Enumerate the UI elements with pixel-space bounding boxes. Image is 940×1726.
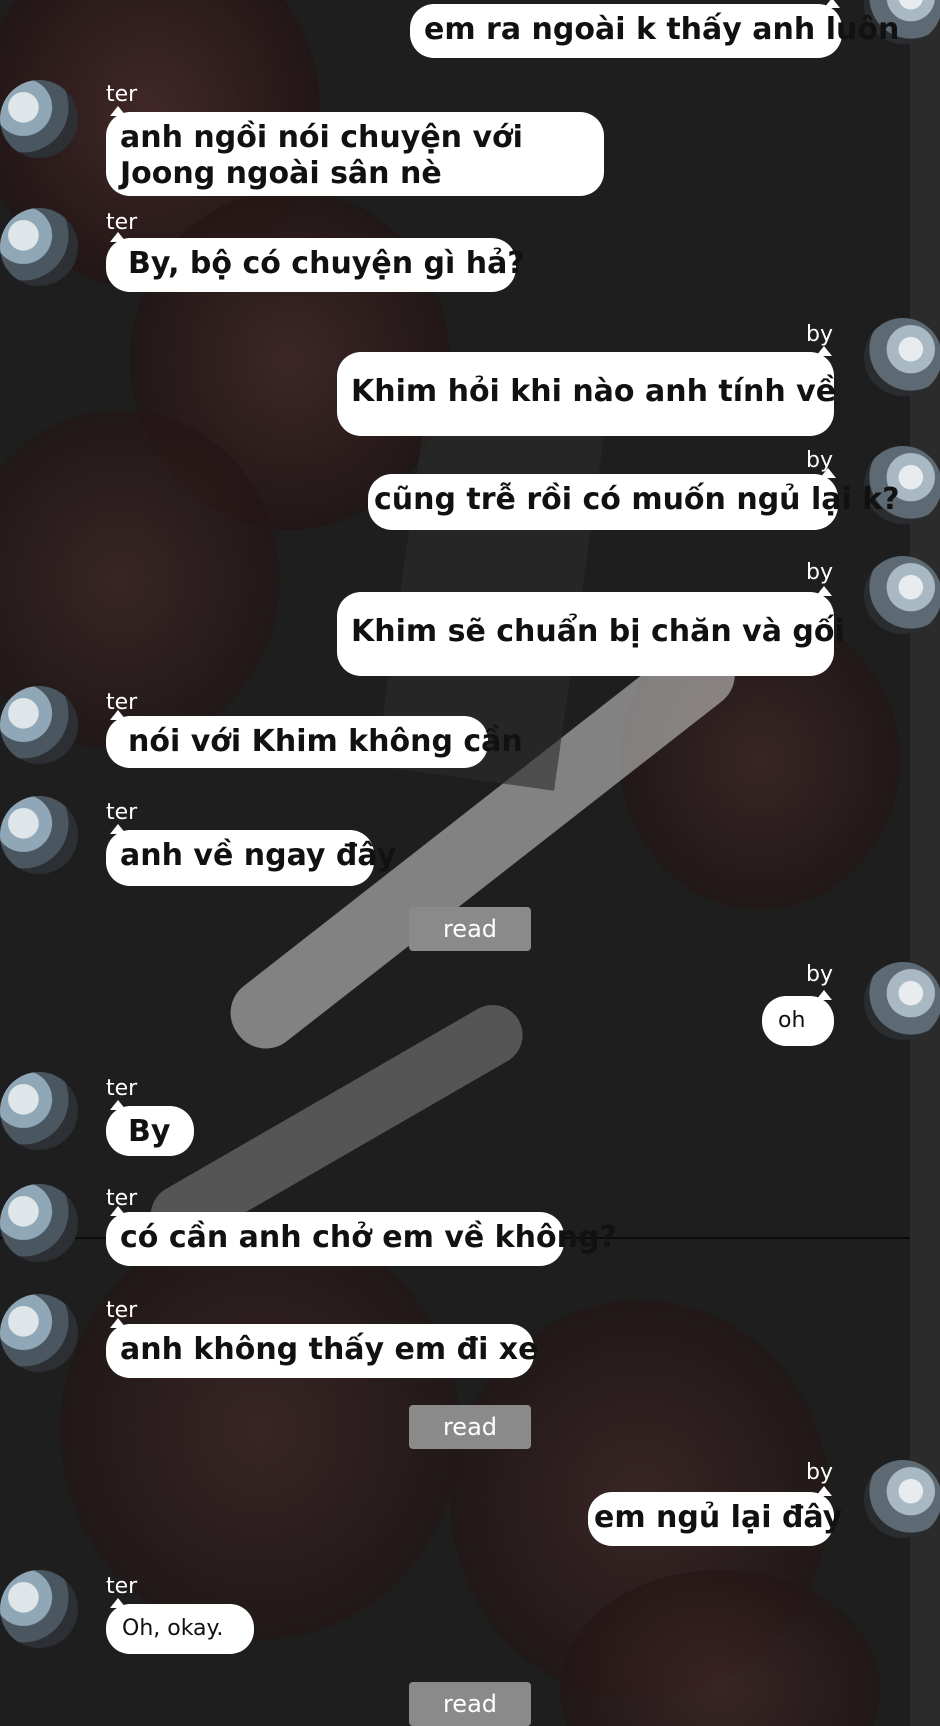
message-bubble[interactable]: cũng trễ rồi có muốn ngủ lại k? [368,468,900,530]
avatar[interactable] [864,556,940,634]
read-receipt: read [409,1682,531,1726]
message-text: Khim hỏi khi nào anh tính về [351,374,837,409]
message-bubble[interactable]: em ngủ lại đây [588,1486,842,1546]
message-text: By [128,1114,171,1149]
message-text: Oh, okay. [122,1616,224,1641]
message-bubble[interactable]: có cần anh chở em về không? [106,1206,617,1266]
message-bubble[interactable]: anh không thấy em đi xe [106,1318,539,1378]
sender-name: ter [106,82,138,107]
sender-name: ter [106,1076,138,1101]
message-bubble[interactable]: anh ngồi nói chuyện với Joong ngoài sân … [106,106,604,196]
message-bubble[interactable]: Khim hỏi khi nào anh tính về [337,346,837,436]
avatar[interactable] [0,796,78,874]
avatar[interactable] [0,1072,78,1150]
message-text: em ra ngoài k thấy anh luôn [424,12,900,47]
sender-name: by [806,322,833,347]
avatar[interactable] [0,1570,78,1648]
avatar[interactable] [0,1184,78,1262]
message-bubble[interactable]: em ra ngoài k thấy anh luôn [410,0,899,58]
avatar[interactable] [864,318,940,396]
sender-name: by [806,560,833,585]
message-text: By, bộ có chuyện gì hả? [128,246,525,281]
sender-name: ter [106,800,138,825]
message-text: Khim sẽ chuẩn bị chăn và gối [351,614,845,649]
message-text: có cần anh chở em về không? [120,1220,617,1255]
message-bubble[interactable]: oh [762,990,834,1046]
avatar[interactable] [0,208,78,286]
message-text: cũng trễ rồi có muốn ngủ lại k? [374,482,900,517]
avatar[interactable] [0,80,78,158]
message-text: em ngủ lại đây [594,1500,843,1535]
message-text: anh ngồi nói chuyện với Joong ngoài sân … [120,120,523,191]
avatar[interactable] [864,962,940,1040]
read-receipt: read [409,907,531,951]
message-bubble[interactable]: Khim sẽ chuẩn bị chăn và gối [337,586,845,676]
avatar[interactable] [864,1460,940,1538]
message-bubble[interactable]: By, bộ có chuyện gì hả? [106,232,525,292]
sender-name: by [806,962,833,987]
message-text: anh về ngay đây [120,838,397,873]
message-text: nói với Khim không cần [128,724,523,759]
message-text: anh không thấy em đi xe [120,1332,539,1367]
message-bubble[interactable]: anh về ngay đây [106,824,396,886]
sender-name: ter [106,1574,138,1599]
avatar[interactable] [0,686,78,764]
avatar[interactable] [0,1294,78,1372]
sender-name: by [806,1460,833,1485]
message-bubble[interactable]: By [106,1100,194,1156]
message-bubble[interactable]: Oh, okay. [106,1598,254,1654]
message-text: oh [778,1008,806,1033]
message-bubble[interactable]: nói với Khim không cần [106,710,523,768]
read-receipt: read [409,1405,531,1449]
